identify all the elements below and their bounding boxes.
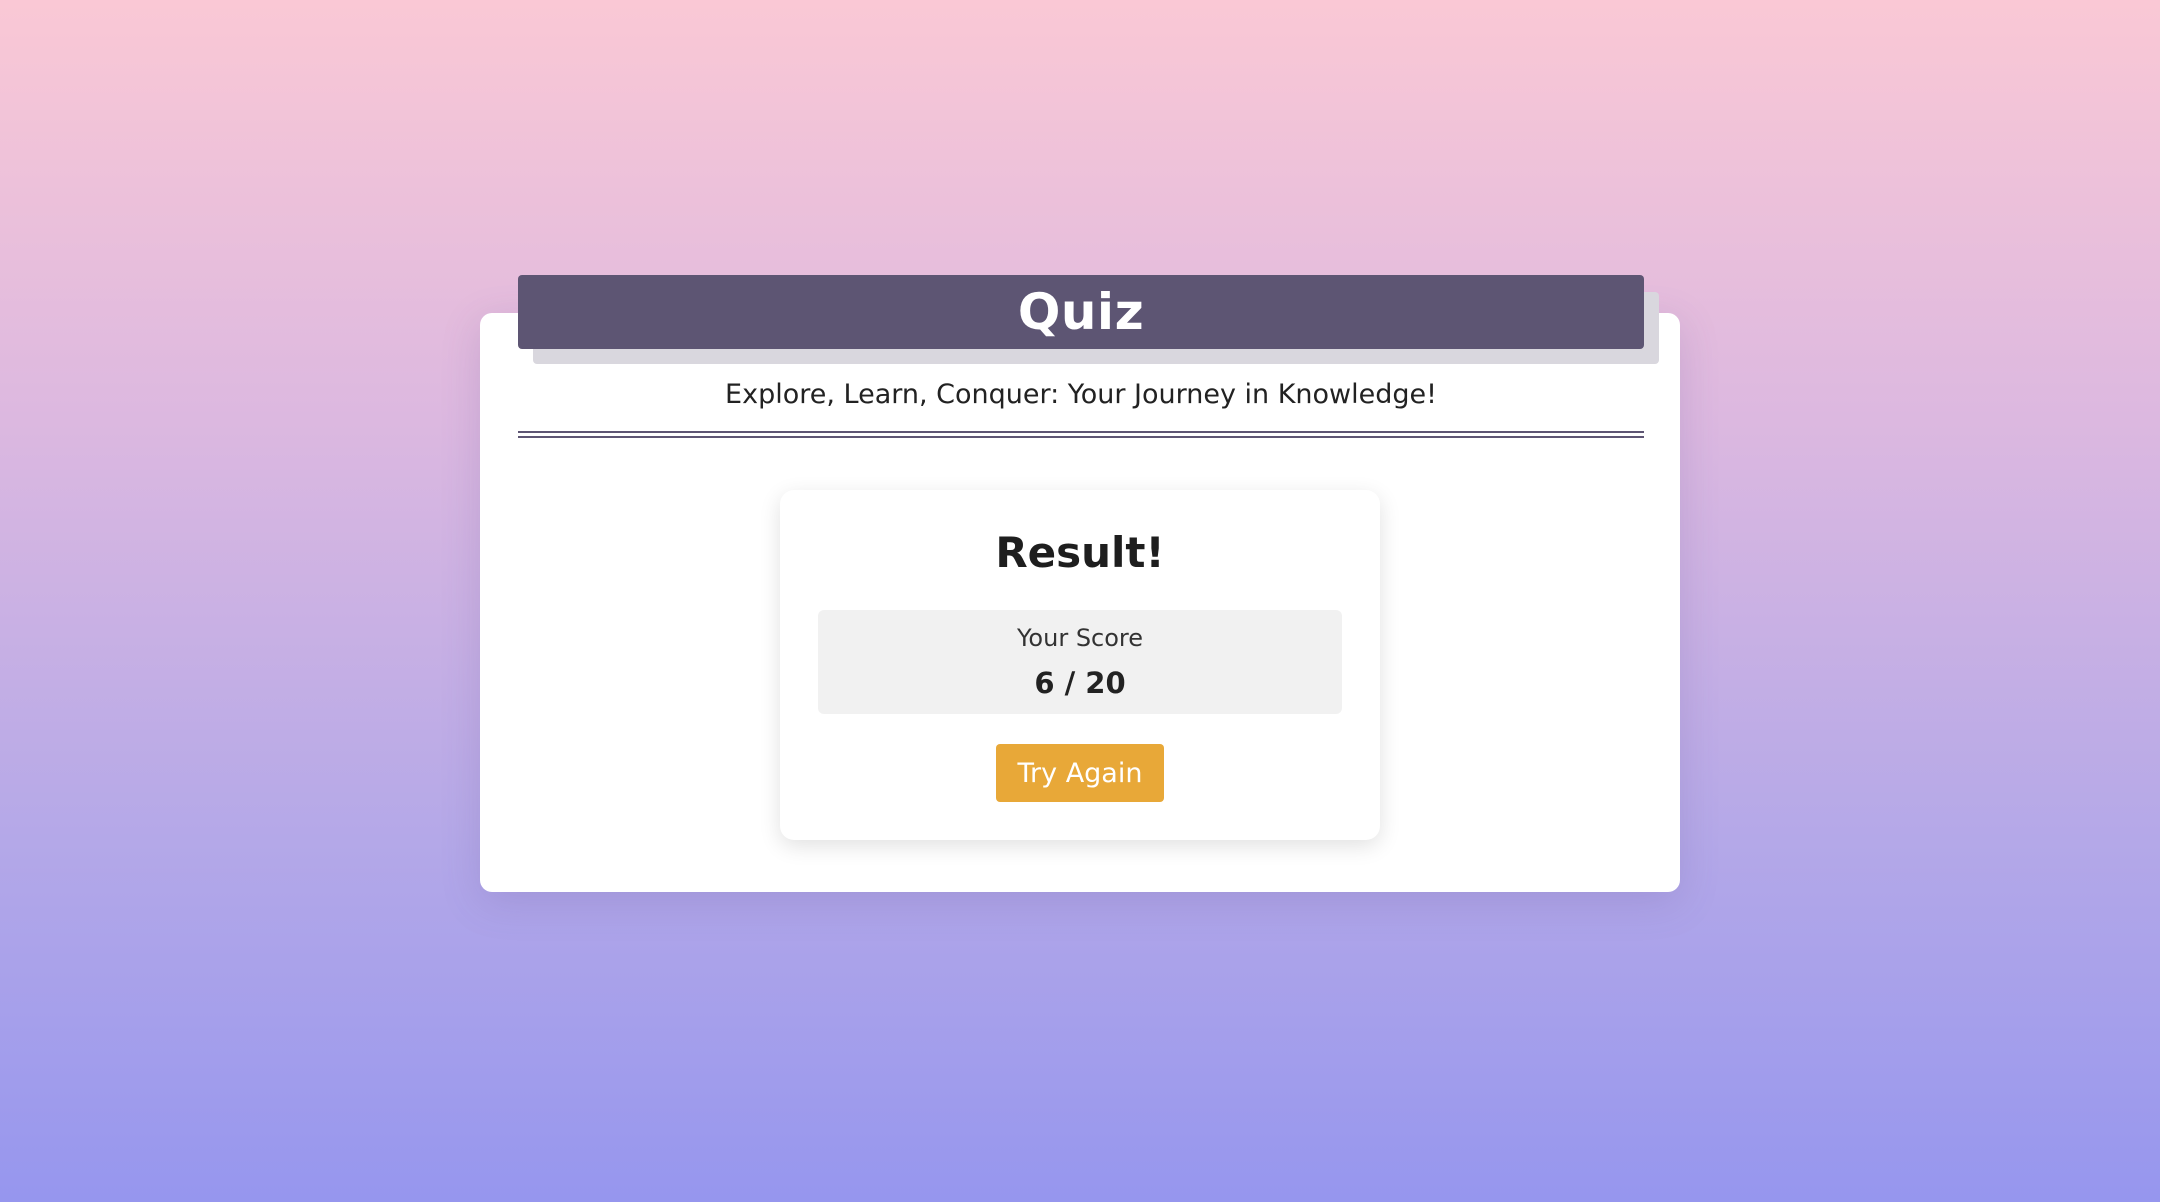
divider [518,431,1644,438]
try-again-button[interactable]: Try Again [996,744,1164,802]
result-title: Result! [995,528,1165,577]
score-label: Your Score [1016,624,1144,652]
tagline: Explore, Learn, Conquer: Your Journey in… [725,379,1437,410]
score-value: 6 / 20 [1034,666,1126,700]
header-bar: Quiz [518,275,1644,349]
score-box: Your Score 6 / 20 [818,610,1342,714]
result-card: Result! Your Score 6 / 20 Try Again [780,490,1380,840]
page-title: Quiz [1017,283,1145,341]
